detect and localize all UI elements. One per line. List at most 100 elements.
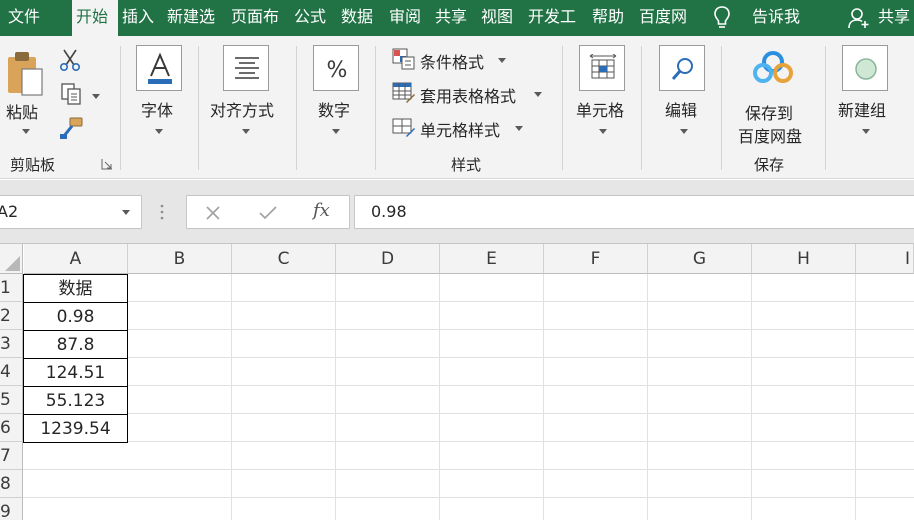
- percent-icon: %: [327, 58, 348, 83]
- cell-styles-button[interactable]: 单元格样式: [420, 117, 500, 141]
- column-header-g[interactable]: G: [648, 244, 752, 274]
- paste-button[interactable]: 粘贴: [6, 99, 38, 123]
- gridline: [335, 274, 336, 520]
- new-group-label[interactable]: 新建组: [838, 97, 886, 121]
- conditional-format-dropdown-icon[interactable]: [498, 58, 506, 63]
- cells-icon: [589, 54, 617, 79]
- tab-view[interactable]: 视图: [481, 0, 513, 36]
- font-button[interactable]: [136, 45, 182, 91]
- editing-button[interactable]: [659, 45, 705, 91]
- tab-page-layout[interactable]: 页面布: [231, 0, 279, 36]
- format-painter-icon[interactable]: [58, 116, 84, 140]
- font-icon: [148, 52, 172, 84]
- cells-button[interactable]: [579, 45, 625, 91]
- column-header-c[interactable]: C: [232, 244, 336, 274]
- cell-a2[interactable]: 0.98: [23, 303, 128, 331]
- clipboard-launcher-icon[interactable]: [101, 158, 113, 170]
- cell-a3[interactable]: 87.8: [23, 331, 128, 359]
- row-header-1[interactable]: 1: [0, 274, 23, 302]
- share-button[interactable]: 共享: [878, 0, 910, 36]
- gridline: [23, 413, 914, 414]
- gridline: [23, 469, 914, 470]
- insert-function-button[interactable]: fx: [313, 200, 330, 221]
- row-header-5[interactable]: 5: [0, 386, 23, 414]
- paste-dropdown-icon[interactable]: [22, 129, 30, 134]
- name-box[interactable]: A2: [0, 195, 142, 229]
- column-header-h[interactable]: H: [752, 244, 856, 274]
- number-label[interactable]: 数字: [318, 97, 350, 121]
- row-header-8[interactable]: 8: [0, 470, 23, 498]
- new-group-dropdown-icon[interactable]: [862, 129, 870, 134]
- tab-developer[interactable]: 开发工: [528, 0, 576, 36]
- save-to-baidu-button[interactable]: 保存到: [745, 100, 793, 124]
- select-all-triangle-icon: [5, 256, 20, 271]
- column-header-a[interactable]: A: [24, 244, 128, 274]
- format-as-table-dropdown-icon[interactable]: [534, 92, 542, 97]
- row-header-9[interactable]: 9: [0, 498, 23, 520]
- group-separator: [198, 46, 199, 170]
- cell-a4[interactable]: 124.51: [23, 359, 128, 387]
- cancel-icon[interactable]: [204, 204, 222, 222]
- column-header-b[interactable]: B: [128, 244, 232, 274]
- format-as-table-icon[interactable]: [392, 82, 416, 104]
- save-to-baidu-line2[interactable]: 百度网盘: [738, 123, 802, 147]
- editing-dropdown-icon[interactable]: [680, 129, 688, 134]
- tab-share[interactable]: 共享: [435, 0, 467, 36]
- row-header-2[interactable]: 2: [0, 302, 23, 330]
- formula-input[interactable]: 0.98: [354, 195, 914, 229]
- font-dropdown-icon[interactable]: [155, 129, 163, 134]
- cell-a5[interactable]: 55.123: [23, 387, 128, 415]
- editing-label[interactable]: 编辑: [665, 97, 697, 121]
- name-box-dropdown-icon[interactable]: [122, 210, 130, 215]
- copy-icon[interactable]: [60, 82, 84, 106]
- formula-bar-grip-icon[interactable]: [159, 202, 165, 222]
- row-header-3[interactable]: 3: [0, 330, 23, 358]
- cell-styles-icon[interactable]: [392, 116, 416, 138]
- column-header-f[interactable]: F: [544, 244, 648, 274]
- conditional-format-button[interactable]: 条件格式: [420, 49, 484, 73]
- conditional-format-icon[interactable]: [392, 48, 416, 70]
- number-button[interactable]: %: [313, 45, 359, 91]
- cut-icon[interactable]: [58, 48, 82, 72]
- tab-new-selection[interactable]: 新建选: [167, 0, 215, 36]
- tab-insert[interactable]: 插入: [122, 0, 154, 36]
- cell-a6[interactable]: 1239.54: [23, 415, 128, 443]
- row-header-4[interactable]: 4: [0, 358, 23, 386]
- new-group-icon: [855, 58, 877, 80]
- row-header-6[interactable]: 6: [0, 414, 23, 442]
- tab-review[interactable]: 审阅: [389, 0, 421, 36]
- column-header-e[interactable]: E: [440, 244, 544, 274]
- cells-label[interactable]: 单元格: [576, 97, 624, 121]
- tab-home[interactable]: 开始: [72, 0, 118, 37]
- new-group-button[interactable]: [842, 45, 888, 91]
- font-label[interactable]: 字体: [141, 97, 173, 121]
- tab-file[interactable]: 文件: [8, 0, 40, 36]
- group-separator: [375, 46, 376, 170]
- alignment-dropdown-icon[interactable]: [242, 129, 250, 134]
- tab-data[interactable]: 数据: [341, 0, 373, 36]
- number-dropdown-icon[interactable]: [332, 129, 340, 134]
- alignment-label[interactable]: 对齐方式: [210, 97, 274, 121]
- column-header-d[interactable]: D: [336, 244, 440, 274]
- baidu-cloud-icon[interactable]: [752, 50, 794, 86]
- alignment-button[interactable]: [223, 45, 269, 91]
- column-header-i[interactable]: I: [856, 244, 914, 274]
- tab-formulas[interactable]: 公式: [294, 0, 326, 36]
- cell-styles-dropdown-icon[interactable]: [515, 126, 523, 131]
- ribbon: 粘贴 剪贴板 字体 对齐方式 % 数字 条件格式 套用表格格式 单元格样式 样式…: [0, 36, 914, 179]
- cells-dropdown-icon[interactable]: [599, 129, 607, 134]
- person-icon[interactable]: [848, 6, 870, 30]
- cell-a1[interactable]: 数据: [23, 274, 128, 303]
- tab-baidu[interactable]: 百度网: [639, 0, 687, 36]
- tab-help[interactable]: 帮助: [592, 0, 624, 36]
- lightbulb-icon[interactable]: [712, 5, 732, 31]
- select-all-corner[interactable]: [0, 244, 23, 274]
- row-header-7[interactable]: 7: [0, 442, 23, 470]
- name-box-value: A2: [0, 202, 19, 221]
- format-as-table-button[interactable]: 套用表格格式: [420, 83, 516, 107]
- paste-icon[interactable]: [6, 49, 44, 97]
- tell-me-search[interactable]: 告诉我: [752, 0, 800, 36]
- enter-check-icon[interactable]: [258, 204, 278, 222]
- copy-dropdown-icon[interactable]: [92, 94, 100, 99]
- gridline: [23, 497, 914, 498]
